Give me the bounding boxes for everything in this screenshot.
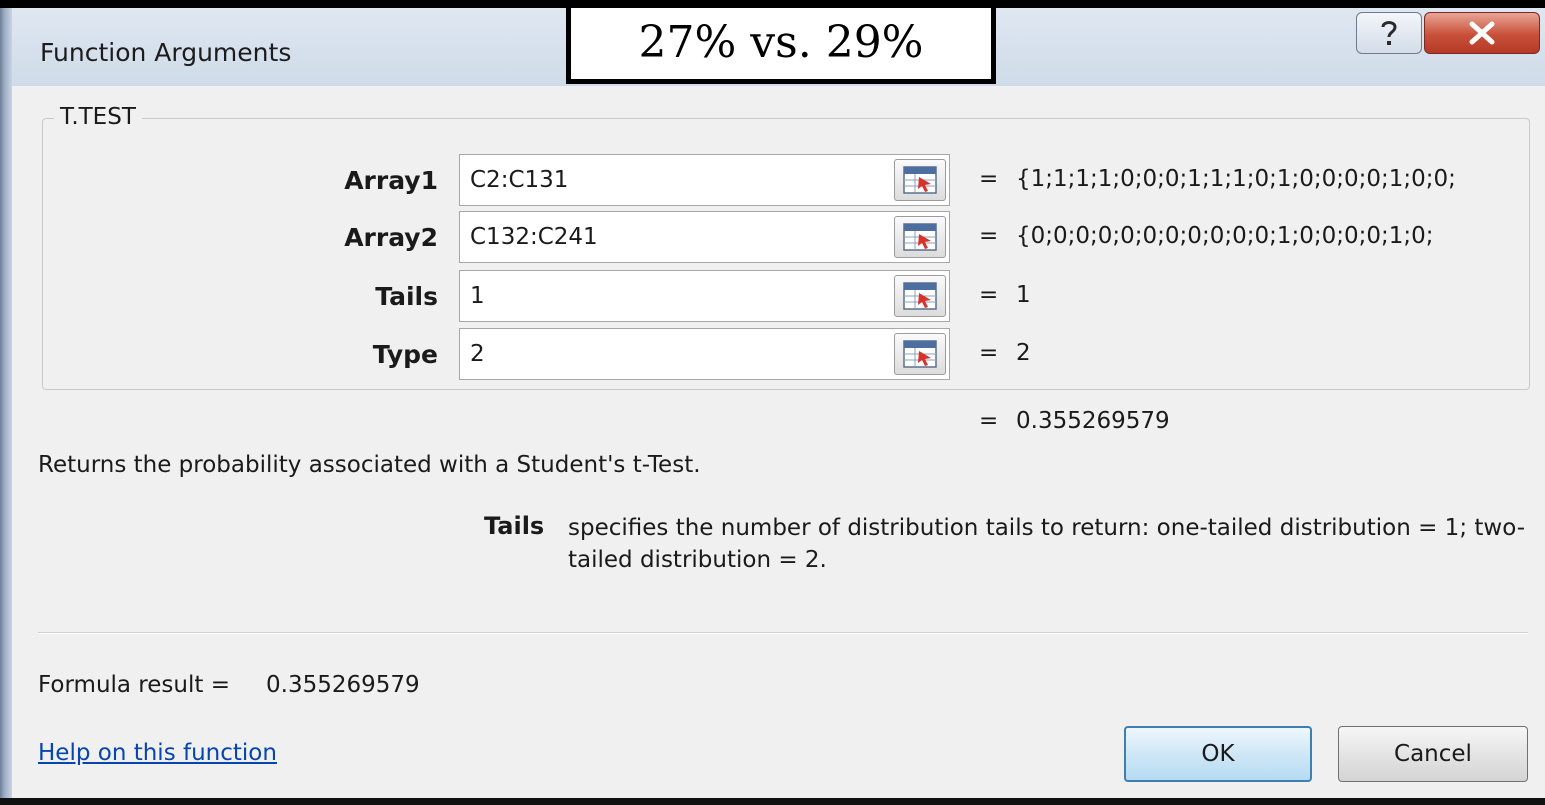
range-selector-button[interactable] — [894, 159, 946, 201]
equals-sign: = — [979, 282, 999, 308]
function-result: 0.355269579 — [1016, 408, 1170, 434]
tails-input[interactable]: 1 — [459, 270, 950, 322]
array1-input[interactable]: C2:C131 — [459, 154, 950, 206]
comparison-annotation: 27% vs. 29% — [566, 0, 996, 84]
argument-label: Type — [372, 340, 438, 369]
function-arguments-dialog: Function Arguments 27% vs. 29% T.TEST Ar… — [0, 0, 1545, 805]
equals-sign: = — [979, 166, 999, 192]
collapse-dialog-icon — [903, 340, 937, 368]
collapse-dialog-icon — [903, 282, 937, 310]
argument-label: Array2 — [344, 223, 438, 252]
close-icon — [1469, 21, 1495, 45]
divider — [38, 632, 1528, 634]
bottom-border — [0, 798, 1545, 805]
equals-sign: = — [979, 340, 999, 366]
argument-evaluated-value: {1;1;1;1;0;0;0;1;1;1;0;1;0;0;0;0;1;0;0; — [1016, 166, 1456, 192]
equals-sign: = — [979, 408, 999, 434]
cancel-button[interactable]: Cancel — [1338, 726, 1528, 782]
equals-sign: = — [979, 223, 999, 249]
top-border — [0, 0, 1545, 8]
argument-label: Array1 — [344, 166, 438, 195]
type-input[interactable]: 2 — [459, 328, 950, 380]
function-name: T.TEST — [54, 104, 142, 130]
formula-result-label: Formula result = — [38, 672, 230, 698]
help-button[interactable] — [1356, 12, 1422, 54]
array2-input[interactable]: C132:C241 — [459, 211, 950, 263]
argument-evaluated-value: {0;0;0;0;0;0;0;0;0;0;0;1;0;0;0;0;1;0; — [1016, 223, 1434, 249]
background-window-edge — [0, 8, 12, 805]
dialog-body: T.TEST Array1 C2:C131 = {1;1;1;1;0;0;0;1… — [16, 86, 1545, 798]
argument-help-name: Tails — [484, 512, 545, 540]
range-selector-button[interactable] — [894, 333, 946, 375]
close-button[interactable] — [1424, 12, 1540, 54]
collapse-dialog-icon — [903, 166, 937, 194]
argument-help-text: specifies the number of distribution tai… — [568, 515, 1526, 573]
range-selector-button[interactable] — [894, 275, 946, 317]
window-title: Function Arguments — [40, 38, 292, 67]
ok-button[interactable]: OK — [1124, 726, 1312, 782]
range-selector-button[interactable] — [894, 216, 946, 258]
argument-evaluated-value: 1 — [1016, 282, 1031, 308]
argument-label: Tails — [375, 282, 438, 311]
formula-result-value: 0.355269579 — [266, 672, 420, 698]
help-on-function-link[interactable]: Help on this function — [38, 740, 277, 766]
argument-evaluated-value: 2 — [1016, 340, 1031, 366]
collapse-dialog-icon — [903, 223, 937, 251]
question-icon — [1381, 21, 1397, 45]
function-description: Returns the probability associated with … — [38, 452, 701, 478]
